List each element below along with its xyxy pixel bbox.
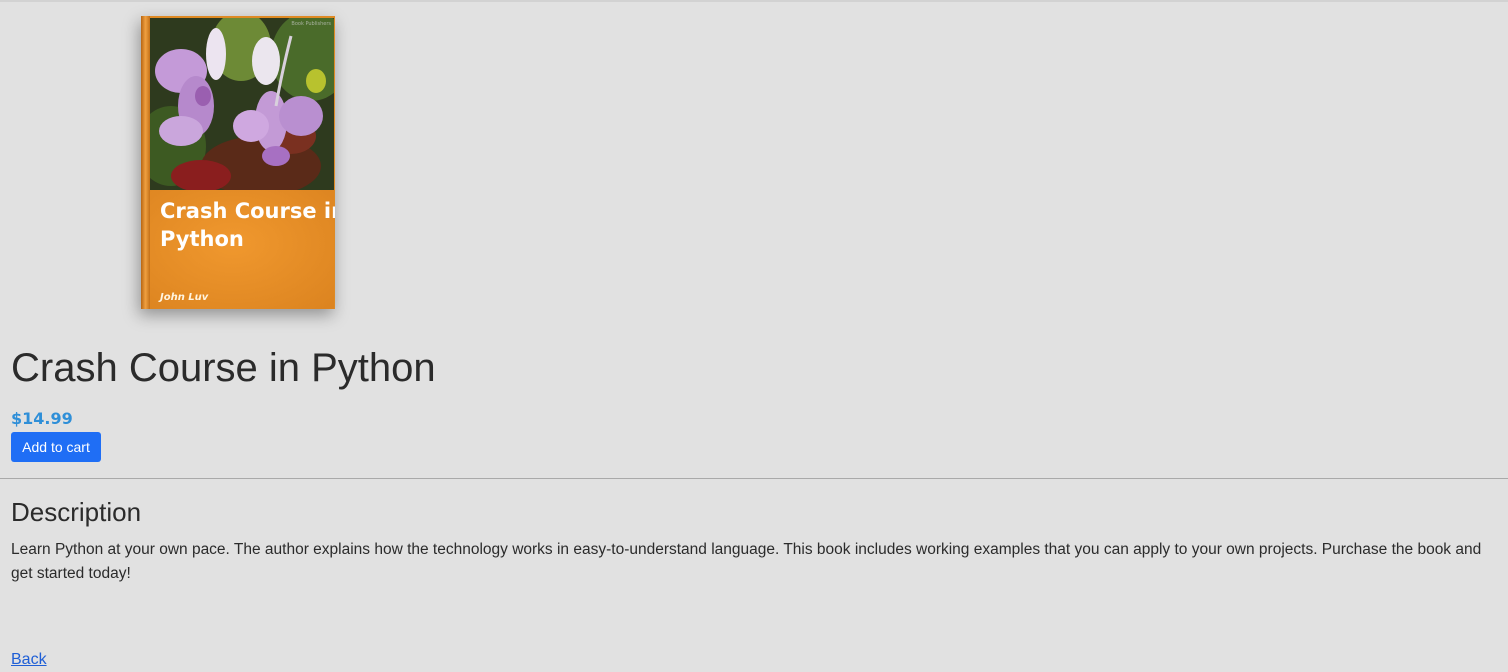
section-divider	[0, 478, 1508, 479]
book-cover-image: Crash Course in Python John Luv Book Pub…	[141, 16, 335, 309]
add-to-cart-button[interactable]: Add to cart	[11, 432, 101, 462]
product-title: Crash Course in Python	[11, 346, 436, 390]
product-price: $14.99	[11, 409, 73, 428]
cover-title-line1: Crash Course in	[160, 199, 335, 223]
book-cover-illustration: Crash Course in Python John Luv Book Pub…	[141, 16, 335, 309]
cover-author: John Luv	[158, 292, 209, 303]
cover-publisher: Book Publishers	[291, 21, 331, 27]
back-link[interactable]: Back	[11, 651, 47, 669]
description-text: Learn Python at your own pace. The autho…	[11, 541, 1482, 582]
description-heading: Description	[11, 497, 142, 527]
cover-title-line2: Python	[160, 227, 244, 251]
product-page: Crash Course in Python John Luv Book Pub…	[0, 0, 1508, 672]
